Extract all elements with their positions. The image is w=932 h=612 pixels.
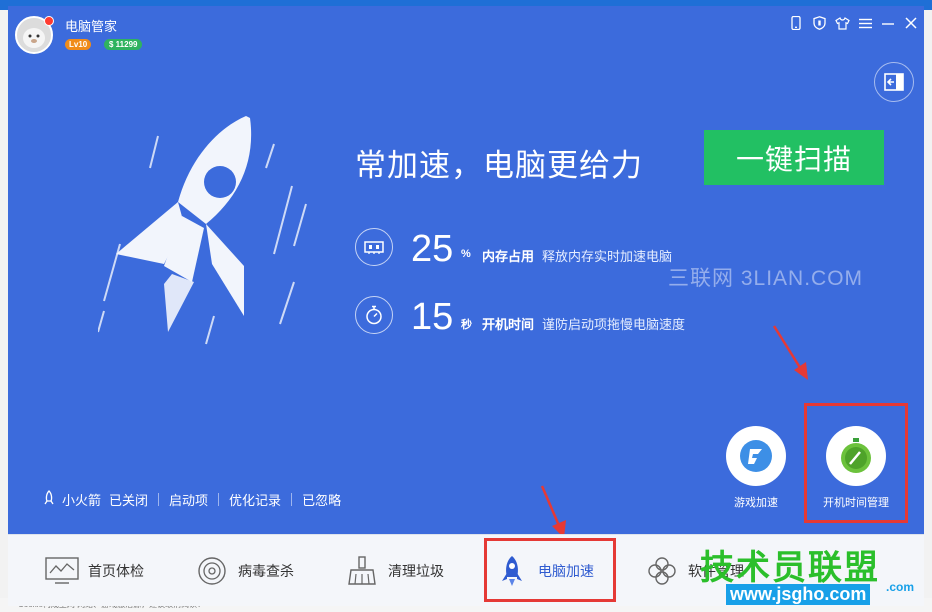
small-rocket-state-link[interactable]: 已关闭 — [109, 490, 148, 509]
small-rocket-icon — [42, 489, 56, 509]
coin-badge: $ 11299 — [104, 39, 143, 50]
site-logo-text: 技术员联盟 — [700, 548, 880, 588]
boot-time-value: 15 — [411, 296, 454, 338]
shield-icon[interactable] — [811, 15, 827, 31]
boot-time-label: 开机时间 — [482, 317, 535, 332]
level-badge: Lv10 — [65, 39, 92, 50]
boot-time-management-label: 开机时间管理 — [823, 497, 889, 509]
annotation-arrow-lower-icon — [540, 485, 566, 538]
small-rocket-label: 小火箭 — [62, 492, 102, 508]
shirt-icon[interactable] — [834, 15, 850, 31]
site-logo-suffix: .com — [886, 580, 915, 594]
ignored-items-link[interactable]: 已忽略 — [302, 490, 341, 509]
memory-usage-label: 内存占用 — [482, 249, 535, 264]
boot-time-description: 谨防启动项拖慢电脑速度 — [542, 317, 686, 332]
broom-icon — [344, 553, 380, 589]
stopwatch-icon — [841, 438, 871, 473]
pc-manager-window: 电脑管家 Lv10 $ 11299 常加速，电脑更给力 一键扫描 25 % 内存… — [8, 6, 924, 606]
watermark-text: 三联网 3LIAN.COM — [668, 267, 864, 290]
clover-icon — [644, 553, 680, 589]
rocket-illustration-icon — [98, 116, 307, 345]
nav-clean-junk[interactable]: 清理垃圾 — [344, 535, 444, 606]
site-logo-overlay: 技术员联盟 www.jsgho.com .com — [700, 540, 920, 606]
minimize-icon[interactable] — [880, 15, 896, 31]
desktop-right-edge — [924, 10, 932, 612]
nav-home-checkup[interactable]: 首页体检 — [44, 535, 144, 606]
game-acceleration-label: 游戏加速 — [734, 497, 778, 509]
memory-chip-icon — [355, 228, 393, 266]
startup-items-link[interactable]: 启动项 — [169, 490, 208, 509]
notification-dot — [44, 16, 54, 26]
close-icon[interactable] — [903, 15, 919, 31]
rocket-icon — [494, 553, 530, 589]
nav-virus-scan[interactable]: 病毒查杀 — [194, 535, 294, 606]
menu-icon[interactable] — [857, 15, 873, 31]
annotation-arrow-icon — [772, 325, 808, 380]
boot-time-management-tool[interactable]: 开机时间管理 — [812, 426, 900, 510]
nav-pc-acceleration[interactable]: 电脑加速 — [494, 535, 594, 606]
app-title: 电脑管家 — [65, 19, 118, 34]
exit-panel-icon — [884, 73, 904, 91]
memory-usage-description: 释放内存实时加速电脑 — [542, 249, 673, 264]
status-bar: 小火箭 已关闭 启动项 优化记录 已忽略 — [42, 489, 341, 509]
phone-icon[interactable] — [788, 15, 804, 31]
stopwatch-outline-icon — [355, 296, 393, 334]
game-accel-icon — [740, 440, 772, 472]
boot-time-unit: 秒 — [461, 319, 472, 331]
site-logo-url: www.jsgho.com — [726, 584, 871, 605]
exit-acceleration-button[interactable] — [874, 62, 914, 102]
target-icon — [194, 553, 230, 589]
one-click-scan-button[interactable]: 一键扫描 — [704, 130, 884, 185]
game-acceleration-tool[interactable]: 游戏加速 — [724, 426, 788, 510]
memory-usage-unit: % — [461, 248, 471, 260]
desktop-left-edge — [0, 10, 8, 612]
monitor-icon — [44, 553, 80, 589]
headline-text: 常加速，电脑更给力 — [355, 148, 643, 183]
memory-usage-value: 25 — [411, 228, 454, 270]
title-bar: 电脑管家 Lv10 $ 11299 — [8, 6, 924, 58]
optimization-history-link[interactable]: 优化记录 — [229, 490, 281, 509]
